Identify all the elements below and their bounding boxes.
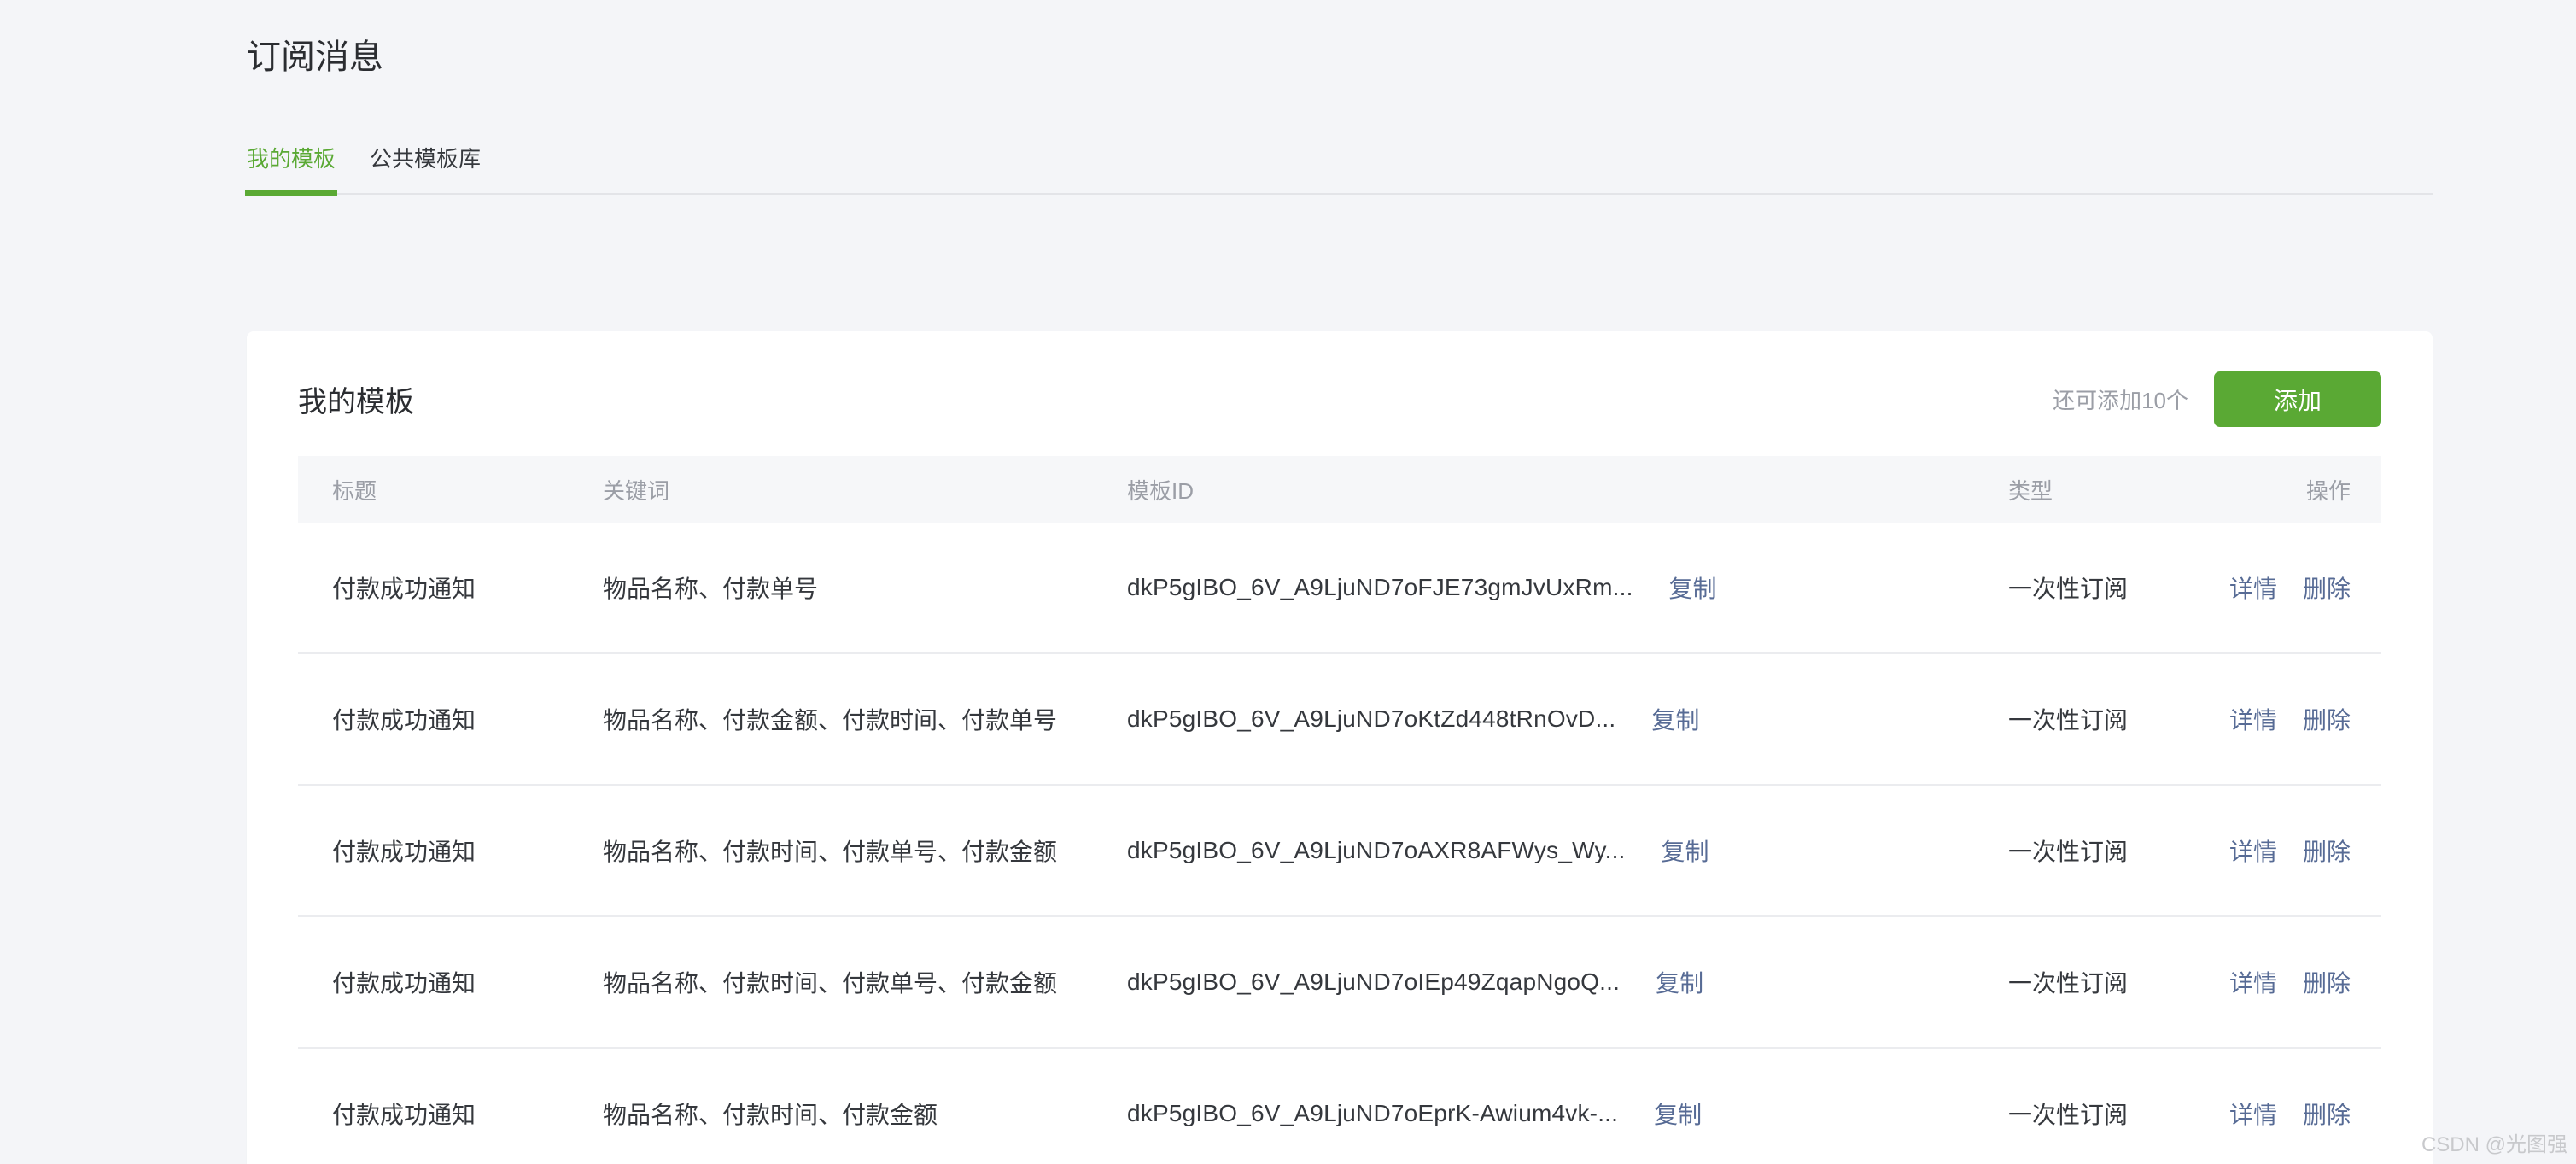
- add-template-button[interactable]: 添加: [2214, 371, 2381, 427]
- detail-link[interactable]: 详情: [2230, 834, 2277, 868]
- header-template-id: 模板ID: [1127, 477, 1195, 504]
- row-keywords: 物品名称、付款金额、付款时间、付款单号: [603, 707, 1058, 734]
- row-keywords: 物品名称、付款时间、付款单号、付款金额: [603, 970, 1058, 997]
- page-container: 订阅消息 我的模板 公共模板库 我的模板 还可添加10个 添加 标题 关键词 模…: [244, 0, 2433, 1164]
- detail-link[interactable]: 详情: [2230, 570, 2277, 605]
- row-actions: 详情 删除: [2230, 702, 2351, 736]
- table-row: 付款成功通知 物品名称、付款时间、付款单号、付款金额 dkP5gIBO_6V_A…: [298, 917, 2381, 1049]
- template-id-text: dkP5gIBO_6V_A9LjuND7oEprK-Awium4vk-...: [1127, 1100, 1619, 1126]
- row-keywords: 物品名称、付款单号: [603, 576, 819, 602]
- row-keywords: 物品名称、付款时间、付款金额: [603, 1102, 938, 1128]
- copy-link[interactable]: 复制: [1656, 965, 1703, 999]
- header-keywords: 关键词: [603, 477, 670, 504]
- tab-public-template-library[interactable]: 公共模板库: [370, 145, 481, 193]
- row-type: 一次性订阅: [2008, 839, 2129, 865]
- row-template-id-cell: dkP5gIBO_6V_A9LjuND7oAXR8AFWys_Wy... 复制: [1127, 834, 2008, 868]
- tab-bar: 我的模板 公共模板库: [244, 145, 2433, 196]
- row-type: 一次性订阅: [2008, 707, 2129, 734]
- delete-link[interactable]: 删除: [2303, 965, 2351, 999]
- table-header-row: 标题 关键词 模板ID 类型 操作: [298, 456, 2381, 523]
- panel-header: 我的模板 还可添加10个 添加: [298, 331, 2381, 428]
- table-row: 付款成功通知 物品名称、付款单号 dkP5gIBO_6V_A9LjuND7oFJ…: [298, 523, 2381, 654]
- row-title: 付款成功通知: [332, 1102, 476, 1128]
- detail-link[interactable]: 详情: [2230, 1097, 2277, 1131]
- row-template-id-cell: dkP5gIBO_6V_A9LjuND7oFJE73gmJvUxRm... 复制: [1127, 570, 2008, 605]
- row-title: 付款成功通知: [332, 576, 476, 602]
- panel-header-actions: 还可添加10个 添加: [2053, 371, 2381, 427]
- table-row: 付款成功通知 物品名称、付款金额、付款时间、付款单号 dkP5gIBO_6V_A…: [298, 654, 2381, 786]
- detail-link[interactable]: 详情: [2230, 702, 2277, 736]
- table-row: 付款成功通知 物品名称、付款时间、付款单号、付款金额 dkP5gIBO_6V_A…: [298, 786, 2381, 917]
- templates-table: 标题 关键词 模板ID 类型 操作 付款成功通知 物品名称、付款单号 dkP5g…: [298, 456, 2381, 1164]
- detail-link[interactable]: 详情: [2230, 965, 2277, 999]
- row-actions: 详情 删除: [2230, 965, 2351, 999]
- row-template-id-cell: dkP5gIBO_6V_A9LjuND7oIEp49ZqapNgoQ... 复制: [1127, 965, 2008, 999]
- copy-link[interactable]: 复制: [1651, 702, 1699, 736]
- table-body: 付款成功通知 物品名称、付款单号 dkP5gIBO_6V_A9LjuND7oFJ…: [298, 523, 2381, 1164]
- copy-link[interactable]: 复制: [1669, 570, 1717, 605]
- template-id-text: dkP5gIBO_6V_A9LjuND7oIEp49ZqapNgoQ...: [1127, 968, 1621, 995]
- copy-link[interactable]: 复制: [1654, 1097, 1702, 1131]
- panel-heading: 我的模板: [298, 386, 414, 418]
- row-actions: 详情 删除: [2230, 834, 2351, 868]
- table-row: 付款成功通知 物品名称、付款时间、付款金额 dkP5gIBO_6V_A9LjuN…: [298, 1049, 2381, 1164]
- row-title: 付款成功通知: [332, 970, 476, 997]
- my-templates-panel: 我的模板 还可添加10个 添加 标题 关键词 模板ID 类型 操作 付款成功通知…: [247, 331, 2433, 1164]
- quota-hint: 还可添加10个: [2053, 388, 2188, 413]
- row-title: 付款成功通知: [332, 707, 476, 734]
- row-actions: 详情 删除: [2230, 1097, 2351, 1131]
- row-title: 付款成功通知: [332, 839, 476, 865]
- tab-my-templates[interactable]: 我的模板: [244, 145, 338, 196]
- delete-link[interactable]: 删除: [2303, 834, 2351, 868]
- delete-link[interactable]: 删除: [2303, 702, 2351, 736]
- row-type: 一次性订阅: [2008, 970, 2129, 997]
- row-type: 一次性订阅: [2008, 576, 2129, 602]
- header-type: 类型: [2008, 477, 2053, 504]
- row-template-id-cell: dkP5gIBO_6V_A9LjuND7oKtZd448tRnOvD... 复制: [1127, 702, 2008, 736]
- template-id-text: dkP5gIBO_6V_A9LjuND7oFJE73gmJvUxRm...: [1127, 574, 1633, 600]
- row-actions: 详情 删除: [2230, 570, 2351, 605]
- template-id-text: dkP5gIBO_6V_A9LjuND7oKtZd448tRnOvD...: [1127, 705, 1616, 732]
- delete-link[interactable]: 删除: [2303, 1097, 2351, 1131]
- row-template-id-cell: dkP5gIBO_6V_A9LjuND7oEprK-Awium4vk-... 复…: [1127, 1097, 2008, 1131]
- header-title: 标题: [332, 477, 377, 504]
- copy-link[interactable]: 复制: [1662, 834, 1709, 868]
- template-id-text: dkP5gIBO_6V_A9LjuND7oAXR8AFWys_Wy...: [1127, 837, 1626, 863]
- row-type: 一次性订阅: [2008, 1102, 2129, 1128]
- watermark: CSDN @光图强: [2421, 1133, 2567, 1156]
- row-keywords: 物品名称、付款时间、付款单号、付款金额: [603, 839, 1058, 865]
- header-actions: 操作: [2305, 477, 2351, 504]
- page-title: 订阅消息: [247, 38, 383, 76]
- delete-link[interactable]: 删除: [2303, 570, 2351, 605]
